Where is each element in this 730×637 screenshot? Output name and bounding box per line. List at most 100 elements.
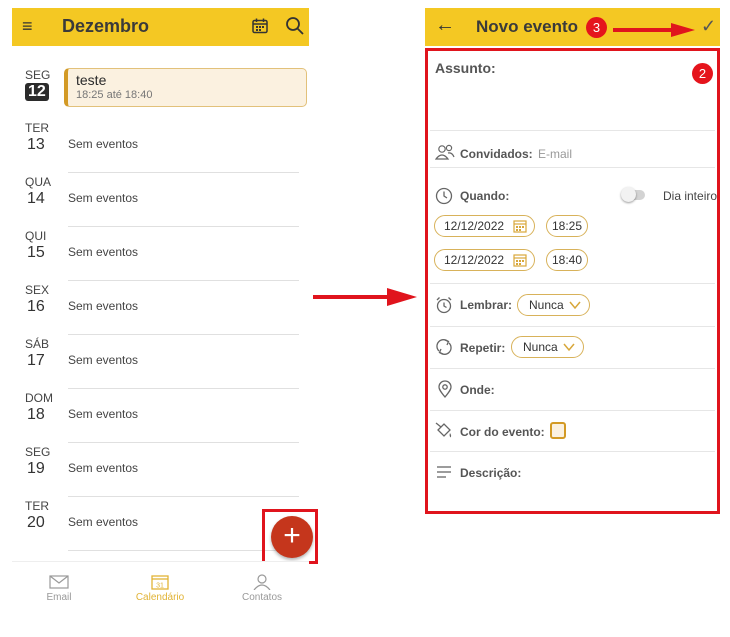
day-row[interactable]: DOM 18 Sem eventos [12,389,309,443]
step-badge: 3 [586,17,607,38]
event-color-swatch[interactable] [550,422,566,439]
tab-contacts-label: Contatos [241,592,283,603]
subject-field[interactable]: Assunto: [435,60,496,76]
repeat-icon [436,339,452,355]
app-header: ≡ Dezembro [12,8,309,46]
day-number: 18 [27,406,45,423]
day-row[interactable]: QUI 15 Sem eventos [12,227,309,281]
day-number: 15 [27,244,45,261]
divider [430,130,715,131]
page-title: Novo evento [476,17,579,36]
day-number: 16 [27,298,45,315]
end-time-value: 18:40 [551,253,583,267]
back-arrow-icon[interactable]: ← [435,14,455,37]
form-highlight-box [425,48,720,514]
day-of-week: DOM [25,391,53,405]
mail-icon [49,575,69,589]
tab-email-label: Email [46,592,72,603]
tab-calendar[interactable]: 31 Calendário [120,574,200,603]
remind-select[interactable]: Nunca [517,294,590,316]
day-row[interactable]: SÁB 17 Sem eventos [12,335,309,389]
day-row[interactable]: QUA 14 Sem eventos [12,173,309,227]
event-card[interactable]: teste 18:25 até 18:40 [64,68,307,107]
calendar-icon: 31 [151,575,169,590]
remind-label: Lembrar: [460,298,513,312]
day-of-week: QUA [25,175,52,189]
event-color-label: Cor do evento: [460,425,545,439]
app-header: ← Novo evento 3 ✓ [425,8,720,46]
guests-label: Convidados: [460,147,533,161]
end-date-picker[interactable]: 12/12/2022 [434,249,535,271]
annotation-arrow-icon [613,23,695,37]
day-row[interactable]: SEG 19 Sem eventos [12,443,309,497]
month-title: Dezembro [62,16,150,36]
start-time-picker[interactable]: 18:25 [546,215,588,237]
start-date-picker[interactable]: 12/12/2022 [434,215,535,237]
start-time-value: 18:25 [551,219,583,233]
all-day-label: Dia inteiro [663,189,718,203]
calendar-icon[interactable] [252,18,268,34]
day-of-week: SEX [25,283,50,297]
no-events-text: Sem eventos [68,191,139,205]
alarm-icon [436,297,452,314]
annotation-arrow-icon [313,288,417,306]
divider [430,326,715,327]
guests-email-input[interactable]: E-mail [538,147,572,161]
day-number: 19 [27,460,45,477]
chevron-down-icon [563,343,575,352]
new-event-screen: ← Novo evento 3 ✓ 2 Assunto: Convidados:… [425,8,720,514]
tab-email[interactable]: Email [19,574,99,603]
remind-value: Nunca [529,298,564,312]
tab-contacts[interactable]: Contatos [222,574,302,603]
divider [430,451,715,452]
day-number: 17 [27,352,45,369]
divider [430,283,715,284]
day-number: 20 [27,514,45,531]
day-of-week: TER [25,121,49,135]
bottom-nav: Email 31 Calendário Contatos [12,561,309,612]
day-row[interactable]: SEX 16 Sem eventos [12,281,309,335]
day-number: 13 [27,136,45,153]
description-field[interactable]: Descrição: [460,466,521,480]
no-events-text: Sem eventos [68,515,139,529]
calendar-icon [513,254,527,267]
end-time-picker[interactable]: 18:40 [546,249,588,271]
no-events-text: Sem eventos [68,461,139,475]
guests-icon [435,144,455,160]
day-row[interactable]: TER 13 Sem eventos [12,119,309,173]
calendar-screen: ≡ Dezembro SEG 12 teste 18:25 até 18:40 … [12,8,318,612]
all-day-toggle-knob[interactable] [621,187,636,202]
confirm-check-icon[interactable]: ✓ [701,16,716,37]
event-time: 18:25 até 18:40 [76,89,153,101]
no-events-text: Sem eventos [68,299,139,313]
day-of-week: SÁB [25,337,50,351]
chevron-down-icon [569,301,581,310]
no-events-text: Sem eventos [68,407,139,421]
tab-calendar-label: Calendário [135,592,185,603]
divider [430,410,715,411]
search-icon[interactable] [285,16,305,36]
no-events-text: Sem eventos [68,245,139,259]
when-label: Quando: [460,189,510,203]
start-date-value: 12/12/2022 [444,219,505,233]
day-of-week: SEG [25,68,51,82]
description-icon [437,466,451,478]
day-of-week: TER [25,499,49,513]
contacts-icon [253,574,271,590]
event-title: teste [76,72,107,88]
divider [430,368,715,369]
where-label[interactable]: Onde: [460,383,495,397]
divider [430,167,715,168]
repeat-label: Repetir: [460,341,506,355]
location-pin-icon [438,380,452,398]
day-number: 14 [27,190,45,207]
no-events-text: Sem eventos [68,137,139,151]
repeat-value: Nunca [523,340,558,354]
calendar-icon [513,220,527,233]
repeat-select[interactable]: Nunca [511,336,584,358]
day-of-week: SEG [25,445,51,459]
menu-icon[interactable]: ≡ [22,17,38,35]
no-events-text: Sem eventos [68,353,139,367]
add-event-button[interactable]: + [271,516,313,558]
step-badge: 2 [692,63,713,84]
